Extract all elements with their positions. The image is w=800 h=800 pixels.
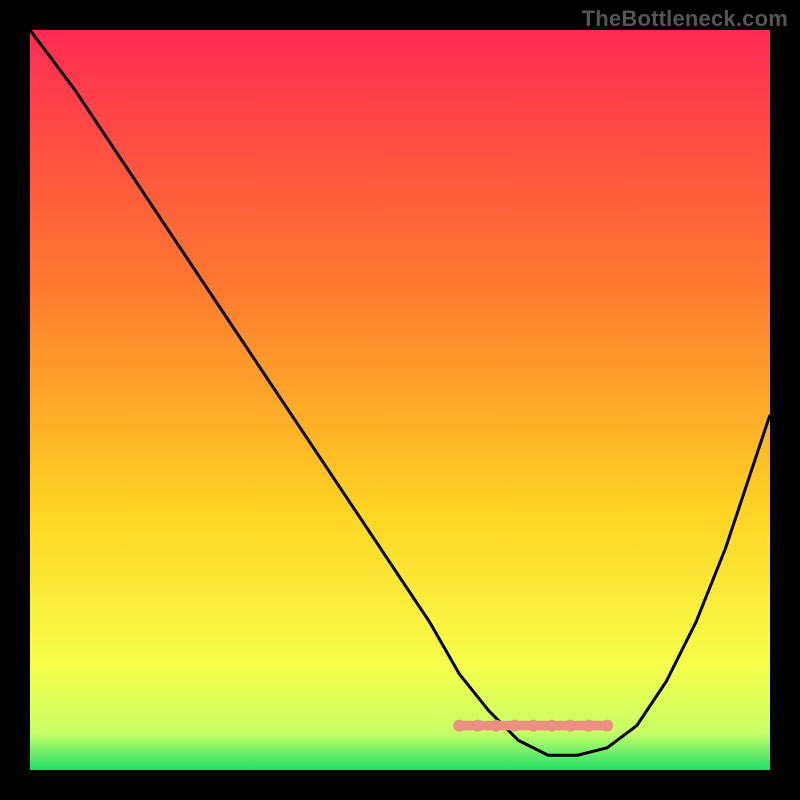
watermark-text: TheBottleneck.com: [582, 6, 788, 32]
optimal-band: [453, 720, 613, 732]
gradient-background: [30, 30, 770, 770]
bottleneck-chart: [30, 30, 770, 770]
